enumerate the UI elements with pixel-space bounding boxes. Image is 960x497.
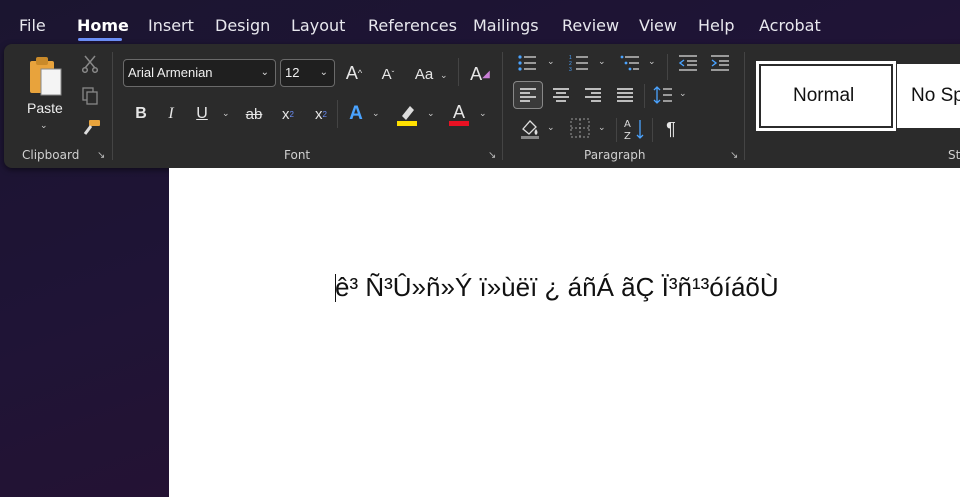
borders-dropdown-icon[interactable]: ⌄ <box>598 122 606 133</box>
divider <box>644 84 645 108</box>
align-left-icon <box>520 88 536 102</box>
font-size-value: 12 <box>285 65 300 80</box>
clipboard-launcher-icon[interactable]: ↘ <box>97 150 108 161</box>
active-tab-indicator <box>78 38 122 41</box>
chevron-down-icon: ⌄ <box>260 67 269 78</box>
text-effects-dropdown-icon[interactable]: ⌄ <box>372 108 380 119</box>
bold-icon[interactable]: B <box>131 102 151 126</box>
paste-button[interactable] <box>26 54 66 98</box>
format-painter-icon[interactable] <box>80 118 102 138</box>
align-center-icon[interactable] <box>548 82 574 108</box>
change-case-button[interactable]: Aa <box>409 62 439 86</box>
font-launcher-icon[interactable]: ↘ <box>488 150 499 161</box>
superscript-icon[interactable]: x2 <box>309 102 333 126</box>
clear-formatting-icon[interactable]: A ◢ <box>468 62 492 86</box>
font-group-label: Font <box>284 148 311 162</box>
divider <box>652 118 653 142</box>
tab-mailings[interactable]: Mailings <box>473 16 539 35</box>
increase-indent-icon[interactable] <box>708 52 732 74</box>
subscript-icon[interactable]: x2 <box>276 102 300 126</box>
bullets-icon[interactable] <box>515 52 539 74</box>
tab-insert[interactable]: Insert <box>148 16 194 35</box>
clipboard-group-label: Clipboard <box>22 148 80 162</box>
tab-acrobat[interactable]: Acrobat <box>759 16 821 35</box>
divider <box>667 54 668 80</box>
italic-icon[interactable]: I <box>161 102 181 126</box>
tab-layout[interactable]: Layout <box>291 16 345 35</box>
divider <box>744 52 745 160</box>
strikethrough-icon[interactable]: ab <box>242 102 266 126</box>
change-case-label: Aa <box>414 65 434 83</box>
font-name-select[interactable]: Arial Armenian ⌄ <box>123 59 276 87</box>
line-spacing-dropdown-icon[interactable]: ⌄ <box>679 88 687 99</box>
svg-text:Z: Z <box>624 131 631 141</box>
document-page[interactable]: ê³ Ñ³Û»ñ»Ý ï»ùëï ¿ áñÁ ãÇ Ï³ñ¹³óíáõÙ <box>169 168 960 497</box>
divider <box>458 58 459 86</box>
sort-icon[interactable]: AZ <box>622 116 646 142</box>
tab-references[interactable]: References <box>368 16 457 35</box>
tab-view[interactable]: View <box>639 16 677 35</box>
align-right-icon[interactable] <box>580 82 606 108</box>
tab-review[interactable]: Review <box>562 16 619 35</box>
font-color-icon[interactable]: A <box>446 100 472 128</box>
style-normal[interactable]: Normal <box>756 61 896 131</box>
tab-design[interactable]: Design <box>215 16 270 35</box>
multilevel-dropdown-icon[interactable]: ⌄ <box>648 56 656 67</box>
ribbon-tabs: File Home Insert Design Layout Reference… <box>0 0 960 46</box>
shading-dropdown-icon[interactable]: ⌄ <box>547 122 555 133</box>
paste-label[interactable]: Paste <box>27 100 63 116</box>
highlight-color-icon[interactable] <box>394 100 420 128</box>
ribbon: Paste ⌄ Clipboard ↘ Arial Armenian ⌄ 12 … <box>4 44 960 168</box>
svg-text:A: A <box>624 119 631 130</box>
line-spacing-icon[interactable] <box>650 82 676 108</box>
highlight-dropdown-icon[interactable]: ⌄ <box>427 108 435 119</box>
decrease-indent-icon[interactable] <box>676 52 700 74</box>
style-no-spacing-label: No Sp <box>911 85 960 106</box>
numbering-dropdown-icon[interactable]: ⌄ <box>598 56 606 67</box>
multilevel-list-icon[interactable] <box>618 52 642 74</box>
document-text[interactable]: ê³ Ñ³Û»ñ»Ý ï»ùëï ¿ áñÁ ãÇ Ï³ñ¹³óíáõÙ <box>335 272 779 303</box>
divider <box>112 52 113 160</box>
divider <box>502 52 503 160</box>
paste-dropdown-icon[interactable]: ⌄ <box>40 120 48 131</box>
underline-dropdown-icon[interactable]: ⌄ <box>222 108 230 119</box>
tab-home[interactable]: Home <box>77 16 129 35</box>
text-effects-icon[interactable]: A <box>344 102 368 126</box>
align-left-button[interactable] <box>513 81 543 109</box>
clipboard-paste-icon <box>30 57 62 96</box>
show-formatting-marks-icon[interactable]: ¶ <box>660 116 682 142</box>
shading-icon[interactable] <box>517 116 543 140</box>
cut-icon[interactable] <box>80 54 100 74</box>
change-case-dropdown-icon[interactable]: ⌄ <box>440 70 448 81</box>
divider <box>616 118 617 142</box>
style-normal-label: Normal <box>793 85 855 106</box>
grow-font-icon[interactable]: A ^ <box>342 60 366 86</box>
style-no-spacing[interactable]: No Sp <box>897 64 960 128</box>
numbering-icon[interactable]: 123 <box>567 52 591 74</box>
svg-text:3: 3 <box>569 67 572 72</box>
font-color-dropdown-icon[interactable]: ⌄ <box>479 108 487 119</box>
borders-icon[interactable] <box>567 116 593 140</box>
justify-icon[interactable] <box>612 82 638 108</box>
font-name-value: Arial Armenian <box>128 65 213 80</box>
divider <box>337 100 338 128</box>
copy-icon[interactable] <box>80 86 100 106</box>
styles-group-label: St <box>948 148 960 162</box>
tab-file[interactable]: File <box>19 16 46 35</box>
underline-icon[interactable]: U <box>192 102 212 126</box>
paragraph-group-label: Paragraph <box>584 148 646 162</box>
shrink-font-icon[interactable]: Aˇ <box>376 62 400 86</box>
chevron-down-icon: ⌄ <box>319 67 328 78</box>
font-size-select[interactable]: 12 ⌄ <box>280 59 335 87</box>
paragraph-launcher-icon[interactable]: ↘ <box>730 150 741 161</box>
tab-help[interactable]: Help <box>698 16 734 35</box>
bullets-dropdown-icon[interactable]: ⌄ <box>547 56 555 67</box>
